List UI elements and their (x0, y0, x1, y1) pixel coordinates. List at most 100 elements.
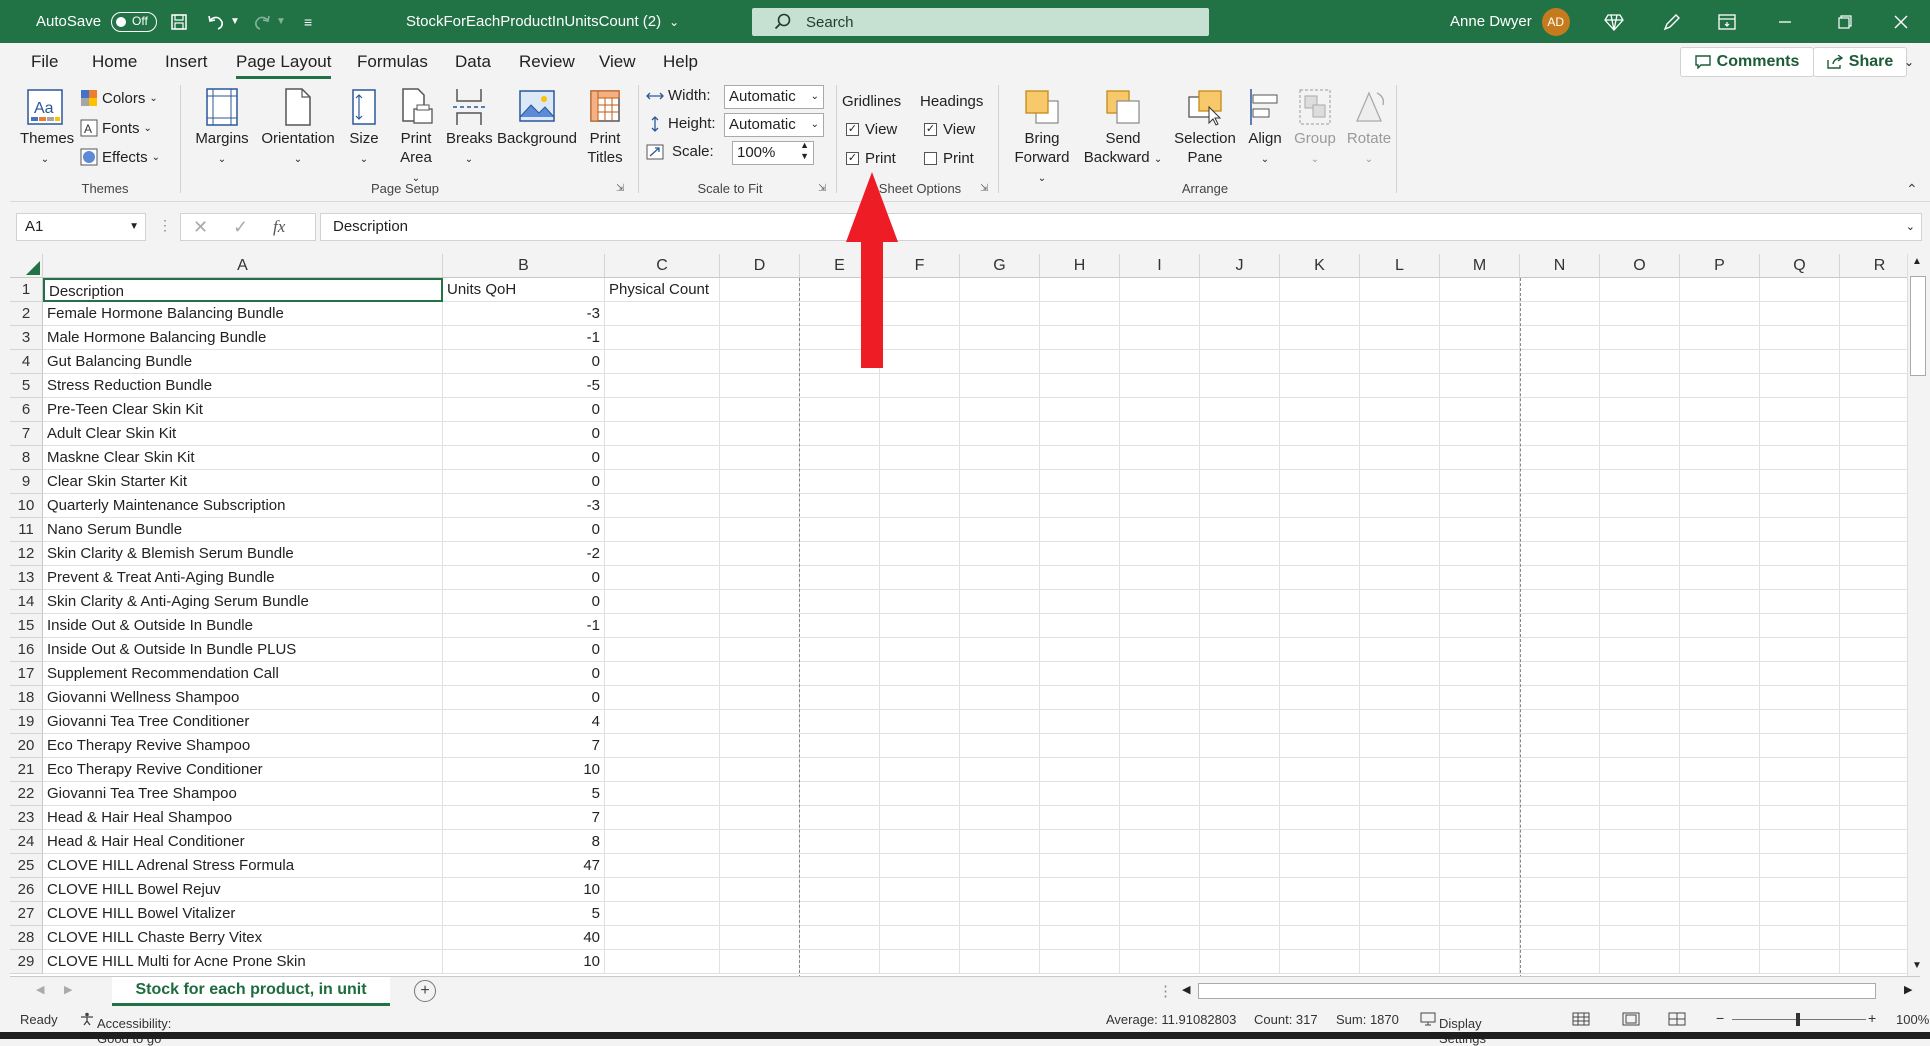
cell-g18[interactable] (960, 686, 1040, 710)
cell-d29[interactable] (720, 950, 800, 974)
column-header-a[interactable]: A (43, 254, 443, 278)
margins-button[interactable]: Margins ⌄ (192, 87, 252, 169)
page-setup-launcher-icon[interactable]: ⇲ (616, 183, 624, 194)
cell-f8[interactable] (880, 446, 960, 470)
row-header[interactable]: 19 (10, 710, 43, 734)
cell-j14[interactable] (1200, 590, 1280, 614)
row-header[interactable]: 7 (10, 422, 43, 446)
cell-f26[interactable] (880, 878, 960, 902)
scrollbar-thumb[interactable] (1910, 276, 1926, 376)
cell-n22[interactable] (1520, 782, 1600, 806)
cell-e24[interactable] (800, 830, 880, 854)
cell-r19[interactable] (1840, 710, 1907, 734)
cell-g22[interactable] (960, 782, 1040, 806)
cell-b1[interactable]: Units QoH (443, 278, 605, 302)
cell-c18[interactable] (605, 686, 720, 710)
cell-h26[interactable] (1040, 878, 1120, 902)
search-box[interactable]: Search (752, 8, 1209, 36)
cell-q23[interactable] (1760, 806, 1840, 830)
cell-a18[interactable]: Giovanni Wellness Shampoo (43, 686, 443, 710)
cell-e29[interactable] (800, 950, 880, 974)
cell-p5[interactable] (1680, 374, 1760, 398)
cell-d16[interactable] (720, 638, 800, 662)
cell-k9[interactable] (1280, 470, 1360, 494)
cell-c10[interactable] (605, 494, 720, 518)
cell-a24[interactable]: Head & Hair Heal Conditioner (43, 830, 443, 854)
cell-k19[interactable] (1280, 710, 1360, 734)
cell-m4[interactable] (1440, 350, 1520, 374)
cell-p10[interactable] (1680, 494, 1760, 518)
cell-b12[interactable]: -2 (443, 542, 605, 566)
cell-l2[interactable] (1360, 302, 1440, 326)
cell-k5[interactable] (1280, 374, 1360, 398)
cell-d12[interactable] (720, 542, 800, 566)
cell-b7[interactable]: 0 (443, 422, 605, 446)
cell-j20[interactable] (1200, 734, 1280, 758)
cell-q26[interactable] (1760, 878, 1840, 902)
cell-r1[interactable] (1840, 278, 1907, 302)
cell-l4[interactable] (1360, 350, 1440, 374)
cell-d13[interactable] (720, 566, 800, 590)
cell-l21[interactable] (1360, 758, 1440, 782)
next-sheet-icon[interactable]: ▶ (64, 983, 72, 996)
cell-i18[interactable] (1120, 686, 1200, 710)
cell-o3[interactable] (1600, 326, 1680, 350)
cell-h1[interactable] (1040, 278, 1120, 302)
orientation-button[interactable]: Orientation ⌄ (258, 87, 338, 169)
cell-b29[interactable]: 10 (443, 950, 605, 974)
cell-i23[interactable] (1120, 806, 1200, 830)
add-sheet-icon[interactable]: + (414, 980, 436, 1002)
comments-button[interactable]: Comments (1680, 47, 1814, 77)
cell-p14[interactable] (1680, 590, 1760, 614)
cell-k22[interactable] (1280, 782, 1360, 806)
cell-b13[interactable]: 0 (443, 566, 605, 590)
cell-c13[interactable] (605, 566, 720, 590)
cell-o12[interactable] (1600, 542, 1680, 566)
cell-f17[interactable] (880, 662, 960, 686)
zoom-slider-thumb[interactable] (1796, 1013, 1800, 1026)
cell-m19[interactable] (1440, 710, 1520, 734)
cell-a8[interactable]: Maskne Clear Skin Kit (43, 446, 443, 470)
cell-c16[interactable] (605, 638, 720, 662)
cell-b2[interactable]: -3 (443, 302, 605, 326)
cell-p27[interactable] (1680, 902, 1760, 926)
cell-d18[interactable] (720, 686, 800, 710)
scroll-up-icon[interactable]: ▲ (1912, 256, 1922, 267)
cell-p15[interactable] (1680, 614, 1760, 638)
cell-m16[interactable] (1440, 638, 1520, 662)
column-header-b[interactable]: B (443, 254, 605, 278)
cell-k1[interactable] (1280, 278, 1360, 302)
cell-f19[interactable] (880, 710, 960, 734)
cell-q6[interactable] (1760, 398, 1840, 422)
cell-g10[interactable] (960, 494, 1040, 518)
cell-i12[interactable] (1120, 542, 1200, 566)
row-header[interactable]: 26 (10, 878, 43, 902)
column-header-p[interactable]: P (1680, 254, 1760, 278)
cell-h22[interactable] (1040, 782, 1120, 806)
cell-m3[interactable] (1440, 326, 1520, 350)
cell-o20[interactable] (1600, 734, 1680, 758)
cell-m28[interactable] (1440, 926, 1520, 950)
cell-b25[interactable]: 47 (443, 854, 605, 878)
cell-i7[interactable] (1120, 422, 1200, 446)
cell-c6[interactable] (605, 398, 720, 422)
cell-o18[interactable] (1600, 686, 1680, 710)
cell-o24[interactable] (1600, 830, 1680, 854)
cell-r28[interactable] (1840, 926, 1907, 950)
cell-g16[interactable] (960, 638, 1040, 662)
cell-j3[interactable] (1200, 326, 1280, 350)
cell-m17[interactable] (1440, 662, 1520, 686)
column-header-n[interactable]: N (1520, 254, 1600, 278)
cell-b19[interactable]: 4 (443, 710, 605, 734)
cell-a4[interactable]: Gut Balancing Bundle (43, 350, 443, 374)
column-header-c[interactable]: C (605, 254, 720, 278)
row-header[interactable]: 18 (10, 686, 43, 710)
cell-a12[interactable]: Skin Clarity & Blemish Serum Bundle (43, 542, 443, 566)
fonts-button[interactable]: A Fonts ⌄ (80, 119, 152, 137)
cell-q1[interactable] (1760, 278, 1840, 302)
cell-e23[interactable] (800, 806, 880, 830)
row-header[interactable]: 15 (10, 614, 43, 638)
scroll-left-icon[interactable]: ◀ (1182, 983, 1190, 996)
column-header-l[interactable]: L (1360, 254, 1440, 278)
cell-k21[interactable] (1280, 758, 1360, 782)
